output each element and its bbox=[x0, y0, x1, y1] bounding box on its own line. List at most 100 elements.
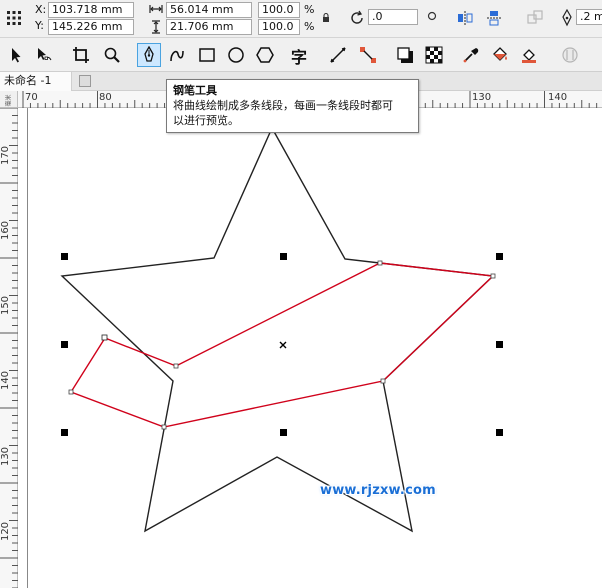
connector-tool[interactable] bbox=[356, 43, 380, 67]
ruler-label-80: 80 bbox=[99, 92, 112, 103]
ruler-origin[interactable]: 毫米 bbox=[0, 91, 18, 108]
selection-handle-top-left[interactable] bbox=[61, 253, 68, 260]
text-tool-glyph: 字 bbox=[291, 48, 308, 67]
drawing-surface bbox=[60, 126, 503, 533]
zoom-tool[interactable] bbox=[100, 43, 124, 67]
selection-handle-bottom-left[interactable] bbox=[61, 429, 68, 436]
path-node[interactable] bbox=[101, 334, 108, 341]
path-node[interactable] bbox=[161, 424, 167, 430]
pen-tool[interactable] bbox=[137, 43, 161, 67]
vertical-ruler[interactable]: 170 160 150 140 130 120 bbox=[0, 108, 18, 588]
magnifier-icon bbox=[104, 47, 120, 63]
rotation-icon bbox=[351, 10, 363, 24]
ruler-label-140: 140 bbox=[548, 92, 568, 103]
connector-icon bbox=[360, 47, 376, 63]
path-node[interactable] bbox=[380, 378, 386, 384]
outline-tool[interactable] bbox=[558, 43, 582, 67]
selection-handle-top-right[interactable] bbox=[496, 253, 503, 260]
toolbox: 字 bbox=[0, 38, 602, 72]
rectangle-icon bbox=[199, 48, 215, 62]
x-position-field[interactable]: 103.718 mm bbox=[48, 2, 134, 18]
width-field[interactable]: 56.014 mm bbox=[166, 2, 252, 18]
path-node[interactable] bbox=[377, 260, 383, 266]
crop-tool[interactable] bbox=[69, 43, 93, 67]
brush-curve-icon bbox=[170, 50, 184, 62]
scale-width-unit: % bbox=[304, 3, 315, 16]
artistic-media-tool[interactable] bbox=[165, 43, 189, 67]
dimension-tool[interactable] bbox=[326, 43, 350, 67]
selection-handle-bottom[interactable] bbox=[280, 429, 287, 436]
tab-list-button[interactable] bbox=[79, 75, 91, 87]
selection-center-icon[interactable] bbox=[279, 341, 287, 349]
polygon-icon bbox=[256, 47, 274, 63]
document-tab[interactable]: 未命名 -1 bbox=[0, 72, 72, 91]
ellipse-tool[interactable] bbox=[224, 43, 248, 67]
smart-fill-icon bbox=[522, 49, 536, 63]
smart-fill-tool[interactable] bbox=[517, 43, 541, 67]
tooltip-title: 钢笔工具 bbox=[173, 84, 217, 97]
ruler-label-130: 130 bbox=[472, 92, 492, 103]
ruler-label-170: 170 bbox=[0, 145, 12, 166]
mirror-vertical-icon[interactable] bbox=[485, 9, 503, 27]
selection-handle-right[interactable] bbox=[496, 341, 503, 348]
height-icon bbox=[152, 20, 160, 34]
selection-handle-left[interactable] bbox=[61, 341, 68, 348]
convert-to-curves-icon[interactable] bbox=[526, 9, 544, 27]
selection-handle-bottom-right[interactable] bbox=[496, 429, 503, 436]
rotation-field[interactable]: .0 bbox=[368, 9, 418, 25]
height-field[interactable]: 21.706 mm bbox=[166, 19, 252, 35]
vertical-ruler-ticks bbox=[0, 108, 18, 588]
y-label: Y: bbox=[35, 19, 44, 32]
rectangle-tool[interactable] bbox=[195, 43, 219, 67]
tooltip-line-2: 以进行预览。 bbox=[173, 114, 239, 127]
shape-node-icon bbox=[38, 48, 52, 61]
dimension-line-icon bbox=[330, 47, 346, 63]
drop-shadow-tool[interactable] bbox=[393, 43, 417, 67]
path-node[interactable] bbox=[68, 389, 74, 395]
ruler-label-140-v: 140 bbox=[0, 370, 12, 391]
drop-shadow-icon bbox=[397, 47, 413, 63]
eyedropper-tool[interactable] bbox=[459, 43, 483, 67]
crop-icon bbox=[73, 47, 89, 63]
pointer-icon bbox=[12, 48, 21, 63]
tooltip-line-1: 将曲线绘制成多条线段，每画一条线段时都可 bbox=[173, 99, 393, 112]
pen-nib-icon bbox=[144, 46, 154, 62]
selection-handle-top[interactable] bbox=[280, 253, 287, 260]
degree-icon bbox=[427, 11, 437, 21]
width-icon bbox=[149, 5, 163, 13]
ruler-label-120: 120 bbox=[0, 521, 12, 542]
mirror-horizontal-icon[interactable] bbox=[456, 9, 474, 27]
pen-tool-tooltip: 钢笔工具 将曲线绘制成多条线段，每画一条线段时都可 以进行预览。 bbox=[166, 79, 419, 133]
interactive-fill-tool[interactable] bbox=[488, 43, 512, 67]
ellipse-icon bbox=[228, 47, 244, 63]
y-position-field[interactable]: 145.226 mm bbox=[48, 19, 134, 35]
x-label: X: bbox=[35, 3, 47, 16]
shape-tool[interactable] bbox=[32, 43, 56, 67]
checkerboard-icon bbox=[425, 46, 443, 64]
eyedropper-icon bbox=[463, 48, 479, 63]
ruler-unit-label: 毫米 bbox=[5, 94, 13, 107]
property-bar: X: 103.718 mm Y: 145.226 mm 56.014 mm 21… bbox=[0, 0, 602, 38]
ruler-label-130-v: 130 bbox=[0, 446, 12, 467]
star-shape[interactable] bbox=[60, 126, 495, 533]
lock-ratio-icon[interactable] bbox=[321, 12, 331, 24]
scale-height-field[interactable]: 100.0 bbox=[258, 19, 300, 35]
ruler-label-160: 160 bbox=[0, 220, 12, 241]
outline-circle-icon bbox=[562, 47, 578, 63]
paint-bucket-icon bbox=[493, 47, 507, 61]
scale-height-unit: % bbox=[304, 20, 315, 33]
object-origin-icon[interactable] bbox=[6, 10, 22, 26]
drawing-canvas[interactable] bbox=[18, 108, 602, 588]
path-node[interactable] bbox=[173, 363, 179, 369]
ruler-label-70: 70 bbox=[25, 92, 38, 103]
watermark: www.rjzxw.com bbox=[320, 483, 436, 498]
pick-tool[interactable] bbox=[4, 43, 28, 67]
outline-width-field[interactable]: .2 m bbox=[576, 9, 602, 25]
text-tool[interactable]: 字 bbox=[288, 43, 312, 67]
outline-pen-icon bbox=[562, 9, 572, 27]
transparency-tool[interactable] bbox=[422, 43, 446, 67]
polygon-tool[interactable] bbox=[253, 43, 277, 67]
ruler-label-150: 150 bbox=[0, 295, 12, 316]
scale-width-field[interactable]: 100.0 bbox=[258, 2, 300, 18]
path-node[interactable] bbox=[490, 273, 496, 279]
